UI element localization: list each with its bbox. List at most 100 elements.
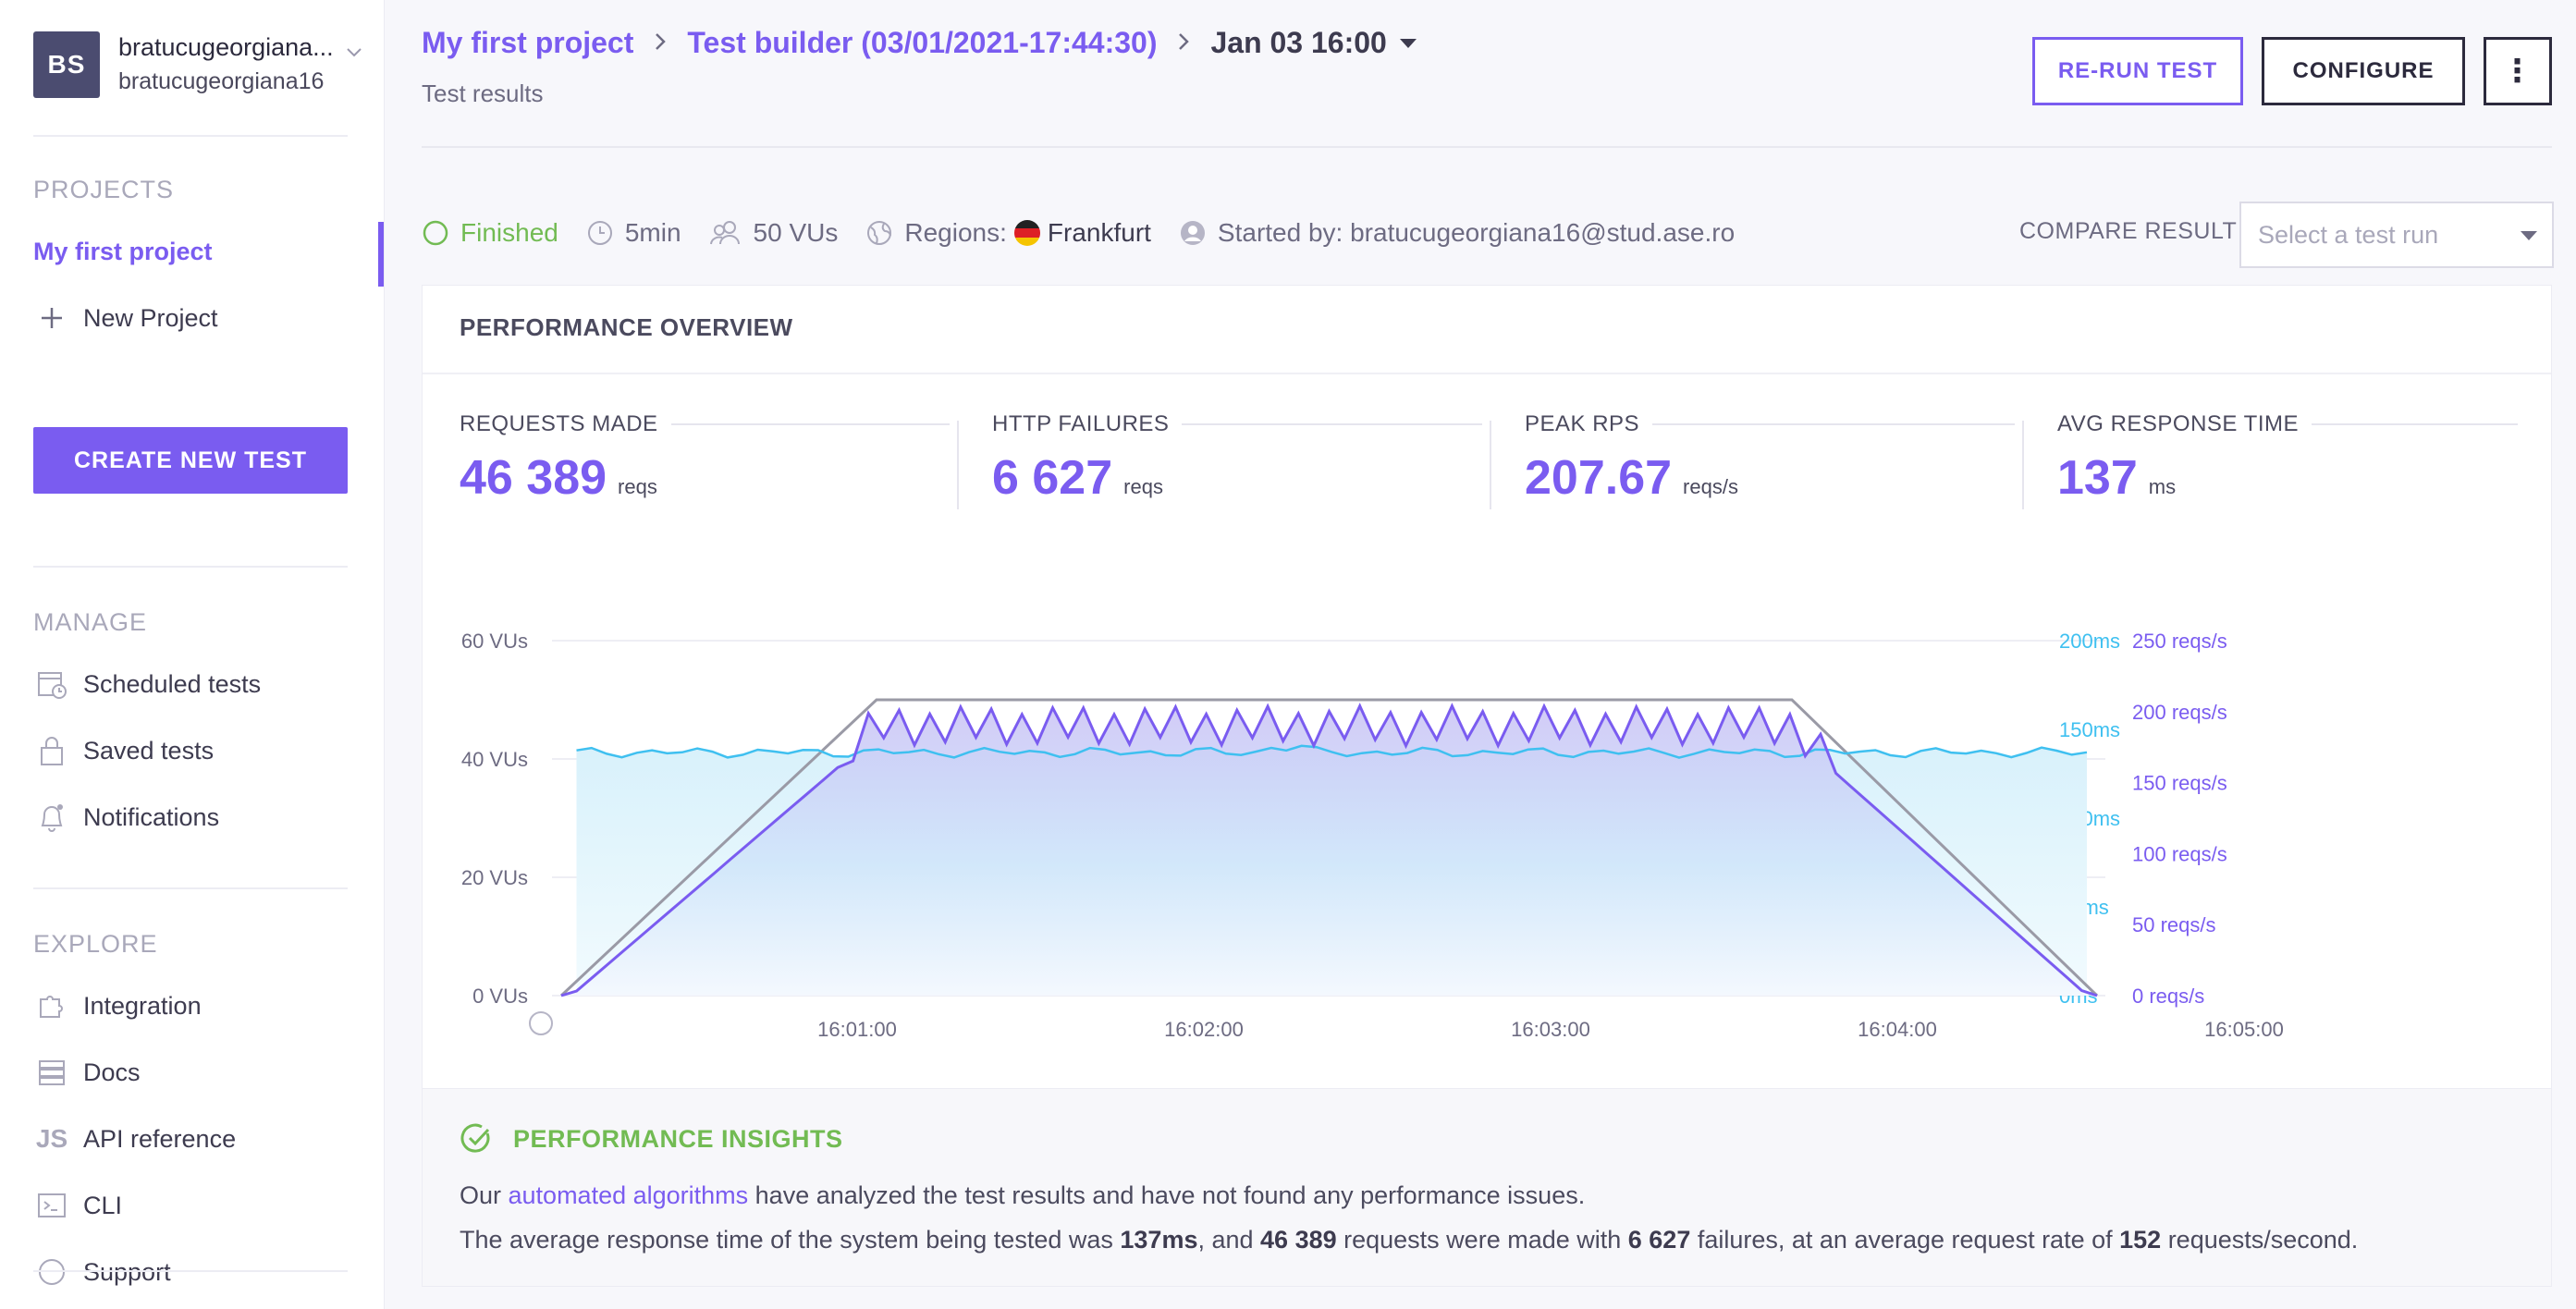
- clock-icon: [529, 1011, 553, 1035]
- sidebar-item-docs[interactable]: Docs: [33, 1050, 141, 1095]
- rerun-test-button[interactable]: RE-RUN TEST: [2032, 37, 2243, 105]
- performance-overview-card: PERFORMANCE OVERVIEW REQUESTS MADE 46 38…: [422, 285, 2552, 1287]
- run-selector[interactable]: Jan 03 16:00: [1210, 26, 1417, 60]
- text: have analyzed the test results and have …: [748, 1181, 1586, 1209]
- metric-value: 6 627: [992, 451, 1113, 505]
- sidebar-item-label: Scheduled tests: [83, 669, 262, 698]
- metric-value: 137: [2057, 451, 2138, 505]
- text: The average response time of the system …: [460, 1226, 1121, 1254]
- sidebar-item-cli[interactable]: CLI: [33, 1183, 122, 1228]
- divider: [33, 135, 348, 137]
- x-tick-label: 16:01:00: [817, 1018, 897, 1041]
- text: requests/second.: [2161, 1226, 2359, 1254]
- performance-insights: PERFORMANCE INSIGHTS Our automated algor…: [423, 1088, 2551, 1286]
- sidebar-item-support[interactable]: Support: [33, 1250, 171, 1294]
- lock-icon: [33, 732, 70, 769]
- sidebar-item-integration[interactable]: Integration: [33, 984, 202, 1028]
- chevron-right-icon: [1177, 28, 1190, 59]
- y-right-rps-tick-label: 250 reqs/s: [2132, 630, 2227, 653]
- configure-button[interactable]: CONFIGURE: [2262, 37, 2465, 105]
- rps-area: [561, 705, 2097, 996]
- breadcrumb: My first project Test builder (03/01/202…: [422, 26, 1417, 60]
- page-subtitle: Test results: [422, 80, 544, 107]
- active-indicator: [378, 222, 384, 287]
- requests-value: 46 389: [1260, 1226, 1337, 1254]
- failures-value: 6 627: [1627, 1226, 1691, 1254]
- text: , and: [1197, 1226, 1261, 1254]
- text: Our: [460, 1181, 509, 1209]
- x-tick-label: 16:04:00: [1858, 1018, 1937, 1041]
- metric-peak-rps: PEAK RPS 207.67 reqs/s: [1525, 411, 2015, 513]
- metric-value: 207.67: [1525, 451, 1673, 505]
- sidebar-item-label: API reference: [83, 1124, 237, 1153]
- metric-label: REQUESTS MADE: [460, 411, 658, 436]
- insights-line-1: Our automated algorithms have analyzed t…: [460, 1181, 1585, 1210]
- explore-heading: EXPLORE: [33, 930, 158, 958]
- sidebar-item-label: Support: [83, 1257, 171, 1286]
- divider: [422, 146, 2552, 148]
- chevron-down-icon: [346, 43, 362, 64]
- status-duration: 5min: [586, 218, 681, 248]
- account-username: bratucugeorgiana16: [118, 68, 325, 94]
- calendar-clock-icon: [33, 666, 70, 703]
- metric-label: HTTP FAILURES: [992, 411, 1170, 436]
- divider: [33, 566, 348, 568]
- duration-text: 5min: [624, 218, 681, 247]
- new-project-button[interactable]: New Project: [33, 296, 218, 340]
- avg-response-value: 137ms: [1120, 1226, 1198, 1254]
- divider: [2022, 421, 2024, 509]
- caret-down-icon: [1399, 38, 1417, 48]
- sidebar-item-saved-tests[interactable]: Saved tests: [33, 728, 214, 773]
- y-right-rps-tick-label: 200 reqs/s: [2132, 701, 2227, 724]
- text: failures, at an average request rate of: [1690, 1226, 2120, 1254]
- sidebar-item-my-first-project[interactable]: My first project: [33, 229, 213, 274]
- terminal-icon: [33, 1187, 70, 1224]
- started-by-text: Started by: bratucugeorgiana16@stud.ase.…: [1217, 218, 1736, 247]
- check-circle-icon: [460, 1122, 493, 1156]
- puzzle-icon: [33, 987, 70, 1024]
- create-new-test-button[interactable]: CREATE NEW TEST: [33, 427, 348, 494]
- status-text: Finished: [460, 218, 558, 247]
- projects-heading: PROJECTS: [33, 176, 175, 203]
- new-project-label: New Project: [83, 303, 218, 332]
- sidebar-item-label: Saved tests: [83, 736, 215, 765]
- compare-result-label: COMPARE RESULT: [2019, 218, 2238, 244]
- card-title: PERFORMANCE OVERVIEW: [460, 313, 793, 341]
- manage-heading: MANAGE: [33, 608, 148, 636]
- users-icon: [709, 219, 742, 247]
- y-left-tick-label: 0 VUs: [472, 985, 528, 1008]
- y-right-rps-tick-label: 100 reqs/s: [2132, 842, 2227, 865]
- compare-test-run-select[interactable]: Select a test run: [2239, 202, 2554, 268]
- metric-unit: reqs: [618, 475, 657, 498]
- automated-algorithms-link[interactable]: automated algorithms: [509, 1181, 749, 1209]
- sidebar-item-notifications[interactable]: Notifications: [33, 795, 219, 839]
- breadcrumb-test[interactable]: Test builder (03/01/2021-17:44:30): [687, 26, 1157, 60]
- more-options-button[interactable]: ⋮: [2484, 37, 2552, 105]
- user-icon: [1179, 219, 1207, 247]
- breadcrumb-project[interactable]: My first project: [422, 26, 633, 60]
- metric-value: 46 389: [460, 451, 607, 505]
- y-left-tick-label: 40 VUs: [461, 748, 528, 771]
- regions-label: Regions:: [904, 218, 1007, 247]
- avatar: BS: [33, 31, 100, 98]
- compare-select-placeholder: Select a test run: [2258, 220, 2439, 249]
- divider: [423, 373, 2551, 374]
- js-icon: JS: [35, 1124, 68, 1153]
- metric-unit: ms: [2148, 475, 2177, 498]
- plus-icon: [33, 300, 70, 336]
- run-selector-label: Jan 03 16:00: [1210, 26, 1387, 59]
- status-finished: Finished: [422, 218, 558, 248]
- metric-unit: reqs/s: [1683, 475, 1738, 498]
- sidebar-item-label: Notifications: [83, 802, 220, 831]
- test-status-row: Finished 5min 50 VUs Regions: Frankfurt …: [422, 214, 1762, 251]
- sidebar-item-label: Integration: [83, 991, 202, 1020]
- y-right-rps-tick-label: 150 reqs/s: [2132, 772, 2227, 795]
- metric-requests-made: REQUESTS MADE 46 389 reqs: [460, 411, 950, 513]
- globe-icon: [865, 219, 893, 247]
- text: requests were made with: [1336, 1226, 1628, 1254]
- sidebar-item-scheduled-tests[interactable]: Scheduled tests: [33, 662, 261, 706]
- account-switcher[interactable]: BS bratucugeorgiana... bratucugeorgiana1…: [33, 31, 362, 100]
- metric-label: PEAK RPS: [1525, 411, 1640, 436]
- sidebar-item-api-reference[interactable]: JS API reference: [33, 1117, 236, 1161]
- x-tick-label: 16:05:00: [2204, 1018, 2284, 1041]
